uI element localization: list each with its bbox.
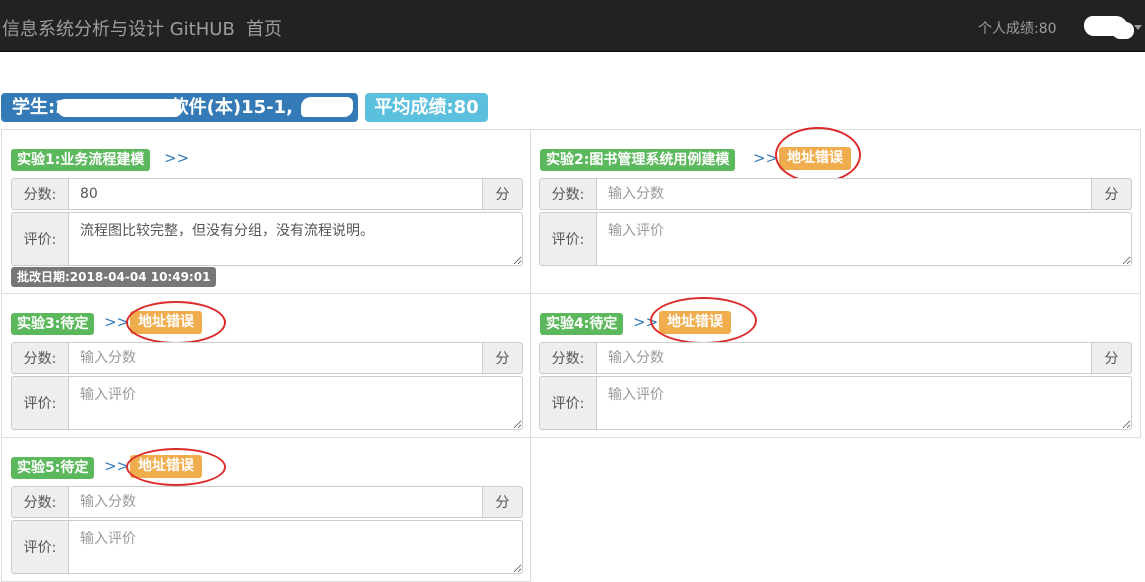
- score-label: 分数:: [539, 342, 596, 374]
- experiment-card-5: 实验5:待定 >> 地址错误 分数: 分 评价:: [1, 437, 531, 582]
- score-input-group-1: 分数: 分: [11, 178, 523, 210]
- comment-input-group-2: 评价:: [539, 212, 1132, 266]
- score-input-group-4: 分数: 分: [539, 342, 1132, 374]
- score-input-3[interactable]: [68, 342, 483, 374]
- user-menu-toggle[interactable]: [1082, 14, 1144, 40]
- score-input-group-5: 分数: 分: [11, 486, 523, 518]
- experiment-link-3[interactable]: >>: [104, 313, 129, 331]
- comment-textarea-1[interactable]: 流程图比较完整，但没有分组，没有流程说明。: [68, 212, 523, 266]
- redacted-student-id: [57, 99, 181, 117]
- experiment-link-5[interactable]: >>: [104, 457, 129, 475]
- experiment-card-4: 实验4:待定 >> 地址错误 分数: 分 评价:: [530, 293, 1141, 438]
- comment-input-group-1: 评价: 流程图比较完整，但没有分组，没有流程说明。: [11, 212, 523, 266]
- address-error-badge-2[interactable]: 地址错误: [779, 147, 851, 170]
- score-input-group-3: 分数: 分: [11, 342, 523, 374]
- comment-input-group-5: 评价:: [11, 520, 523, 574]
- redacted-username-part: [1112, 22, 1134, 39]
- experiment-card-3: 实验3:待定 >> 地址错误 分数: 分 评价:: [1, 293, 531, 438]
- nav-home-link[interactable]: 首页: [246, 15, 282, 41]
- average-score-badge: 平均成绩:80: [365, 93, 488, 122]
- experiment-title-5: 实验5:待定: [11, 457, 95, 479]
- experiment-card-2: 实验2:图书管理系统用例建模 >> 地址错误 分数: 分 评价:: [530, 127, 1141, 294]
- comment-label: 评价:: [539, 376, 596, 430]
- score-input-2[interactable]: [596, 178, 1092, 210]
- score-input-group-2: 分数: 分: [539, 178, 1132, 210]
- address-error-badge-4[interactable]: 地址错误: [659, 311, 731, 334]
- comment-label: 评价:: [11, 376, 68, 430]
- dropdown-caret-icon: [1134, 25, 1142, 30]
- comment-textarea-3[interactable]: [68, 376, 523, 430]
- experiment-card-1: 实验1:业务流程建模 >> 分数: 分 评价: 流程图比较完整，但没有分组，没有…: [1, 129, 531, 294]
- brand-title[interactable]: 信息系统分析与设计 GitHUB: [2, 15, 235, 41]
- score-input-5[interactable]: [68, 486, 483, 518]
- experiment-title-3: 实验3:待定: [11, 313, 95, 335]
- personal-score: 个人成绩:80: [978, 21, 1057, 37]
- address-error-badge-3[interactable]: 地址错误: [130, 311, 202, 334]
- comment-textarea-5[interactable]: [68, 520, 523, 574]
- score-label: 分数:: [539, 178, 596, 210]
- score-input-4[interactable]: [596, 342, 1092, 374]
- top-navbar: 信息系统分析与设计 GitHUB 首页 个人成绩:80: [0, 0, 1145, 52]
- comment-input-group-4: 评价:: [539, 376, 1132, 430]
- redacted-student-name: [301, 97, 353, 117]
- comment-textarea-4[interactable]: [596, 376, 1132, 430]
- comment-label: 评价:: [11, 520, 68, 574]
- score-unit: 分: [483, 342, 523, 374]
- experiment-link-2[interactable]: >>: [753, 149, 778, 167]
- score-unit: 分: [483, 178, 523, 210]
- graded-date-badge: 批改日期:2018-04-04 10:49:01: [11, 267, 217, 287]
- experiment-link-4[interactable]: >>: [633, 313, 658, 331]
- comment-input-group-3: 评价:: [11, 376, 523, 430]
- comment-label: 评价:: [539, 212, 596, 266]
- score-label: 分数:: [11, 178, 68, 210]
- score-label: 分数:: [11, 486, 68, 518]
- student-info-badge: 学生:2015141??,软件(本)15-1,: [1, 93, 358, 122]
- score-unit: 分: [1092, 342, 1132, 374]
- experiment-link-1[interactable]: >>: [164, 149, 189, 167]
- experiment-title-1: 实验1:业务流程建模: [11, 149, 151, 171]
- experiment-title-2: 实验2:图书管理系统用例建模: [540, 149, 736, 171]
- address-error-badge-5[interactable]: 地址错误: [130, 455, 202, 478]
- comment-textarea-2[interactable]: [596, 212, 1132, 266]
- experiment-title-4: 实验4:待定: [540, 313, 624, 335]
- comment-label: 评价:: [11, 212, 68, 266]
- score-label: 分数:: [11, 342, 68, 374]
- score-unit: 分: [1092, 178, 1132, 210]
- score-unit: 分: [483, 486, 523, 518]
- score-input-1[interactable]: [68, 178, 483, 210]
